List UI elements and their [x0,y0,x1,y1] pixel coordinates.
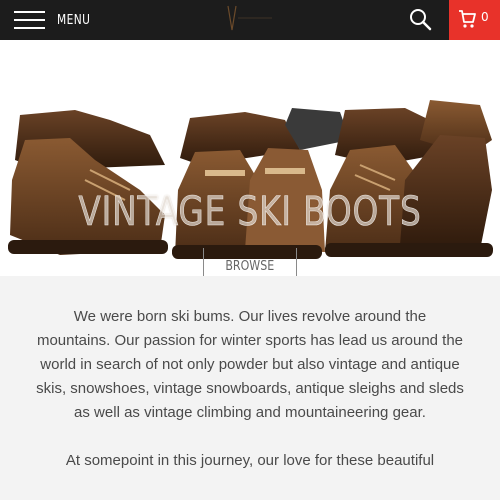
search-icon[interactable] [405,4,437,36]
browse-label: BROWSE [225,259,275,274]
menu-button[interactable]: MENU [14,8,98,32]
cart-icon [459,10,476,28]
site-header: MENU 0 [0,0,500,40]
about-paragraph: We were born ski bums. Our lives revolve… [36,308,464,421]
hero-image-ski-boots [8,100,493,259]
about-text: We were born ski bums. Our lives revolve… [36,305,464,497]
hero-banner: VINTAGE SKI BOOTS BROWSE [0,40,500,276]
hamburger-icon [14,9,45,31]
cart-button[interactable]: 0 [449,0,500,40]
about-paragraph: At somepoint in this journey, our love f… [65,452,435,469]
browse-button[interactable]: BROWSE [203,248,297,276]
brand-logo[interactable] [224,4,276,34]
cart-count: 0 [481,10,489,24]
menu-label: MENU [57,12,91,28]
hero-title: VINTAGE SKI BOOTS [78,189,422,236]
